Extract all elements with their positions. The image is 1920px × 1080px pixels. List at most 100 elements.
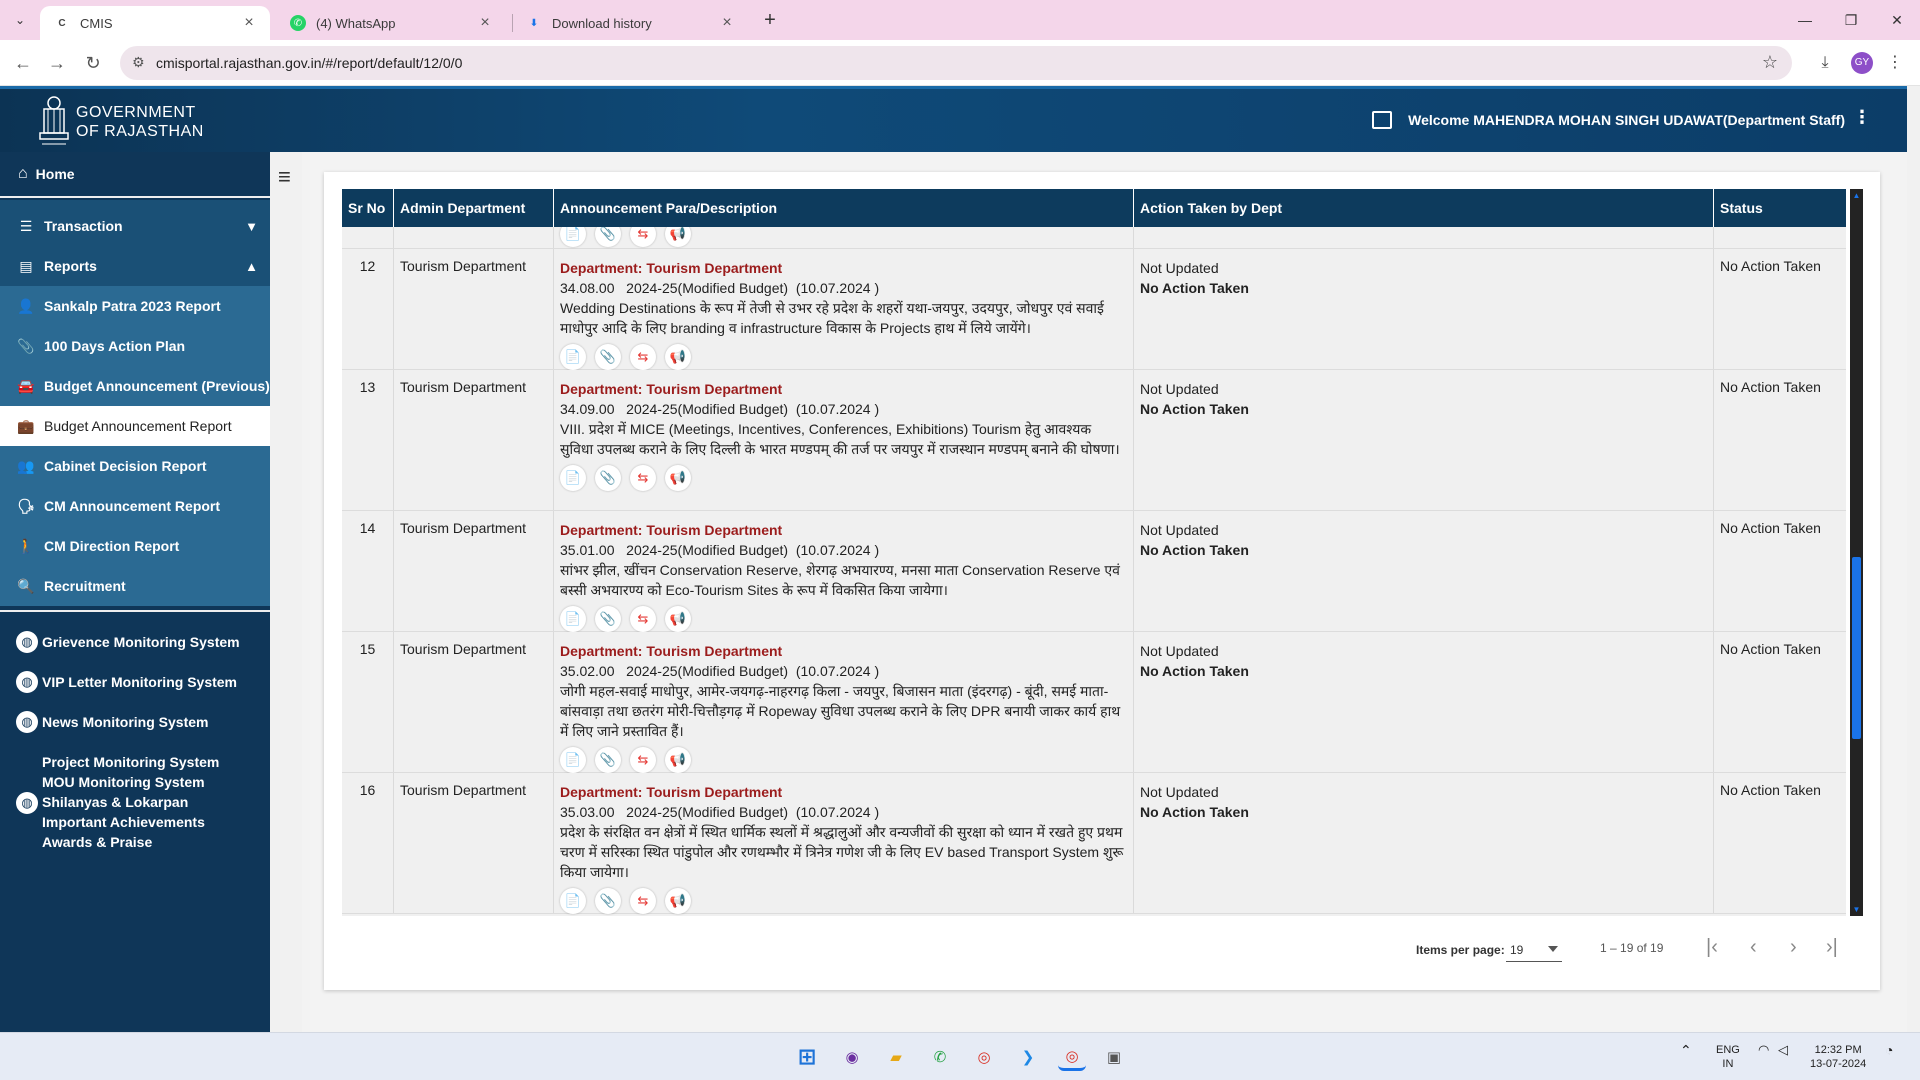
sidebar-item-recruitment[interactable]: 🔍 Recruitment [0, 566, 270, 606]
fullscreen-icon[interactable] [1372, 111, 1393, 129]
document-icon[interactable]: 📄 [560, 227, 586, 247]
sidebar-item-cm-direction[interactable]: 🚶 CM Direction Report [0, 526, 270, 566]
items-per-page-select[interactable]: 19 [1506, 940, 1562, 962]
browser-menu-icon[interactable]: ⋮ [1882, 50, 1908, 76]
vscode-icon[interactable]: ❯ [1014, 1043, 1042, 1071]
document-icon[interactable]: 📄 [560, 606, 586, 632]
sidebar-item-reports[interactable]: ▤ Reports ▲ [0, 246, 270, 286]
document-icon[interactable]: 📄 [560, 747, 586, 773]
attachment-icon[interactable]: 📎 [595, 227, 621, 247]
wifi-icon[interactable]: ◠ [1758, 1043, 1769, 1057]
sidebar-link-mou-monitoring[interactable]: MOU Monitoring System [42, 774, 205, 790]
transfer-icon[interactable]: ⇆ [630, 888, 656, 914]
announcement-icon[interactable]: 📢 [665, 465, 691, 491]
windows-start-icon[interactable]: ⊞ [793, 1043, 821, 1071]
site-info-icon[interactable]: ⚙ [132, 54, 145, 71]
menu-toggle-icon[interactable]: ≡ [278, 164, 291, 190]
new-tab-button[interactable]: + [758, 8, 782, 32]
announcement-icon[interactable]: 📢 [665, 227, 691, 247]
tab-cmis[interactable]: C CMIS × [40, 6, 270, 40]
downloads-icon[interactable]: ⤓ [1812, 50, 1838, 76]
sidebar: ⌂ Home ☰ Transaction ▼ ▤ Reports ▲ 👤 San… [0, 152, 270, 1032]
file-explorer-icon[interactable]: ▰ [882, 1043, 910, 1071]
language-indicator[interactable]: ENG IN [1716, 1043, 1740, 1071]
sidebar-item-100-days[interactable]: 📎 100 Days Action Plan [0, 326, 270, 366]
announcement-icon[interactable]: 📢 [665, 747, 691, 773]
scroll-up-icon[interactable]: ▲ [1850, 191, 1863, 200]
first-page-button[interactable]: |‹ [1706, 936, 1718, 959]
scrollbar-thumb[interactable] [1852, 557, 1861, 739]
sidebar-item-grievance[interactable]: ◍ Grievence Monitoring System [0, 622, 270, 662]
announcement-icon[interactable]: 📢 [665, 888, 691, 914]
site-title[interactable]: GOVERNMENT OF RAJASTHAN [76, 103, 204, 141]
close-icon[interactable]: × [718, 14, 736, 32]
document-icon[interactable]: 📄 [560, 465, 586, 491]
close-window-button[interactable]: ✕ [1874, 6, 1920, 34]
chrome-icon[interactable]: ◎ [970, 1043, 998, 1071]
sidebar-item-transaction[interactable]: ☰ Transaction ▼ [0, 206, 270, 246]
tab-download-history[interactable]: ⬇ Download history × [512, 6, 748, 40]
transfer-icon[interactable]: ⇆ [630, 227, 656, 247]
copilot-icon[interactable]: ◉ [838, 1043, 866, 1071]
announcement-description: सांभर झील, खींचन Conservation Reserve, श… [560, 562, 1120, 598]
restore-button[interactable]: ❐ [1828, 6, 1874, 34]
attachment-icon[interactable]: 📎 [595, 465, 621, 491]
profile-avatar[interactable]: GY [1851, 52, 1873, 74]
close-icon[interactable]: × [476, 14, 494, 32]
column-header-action-taken: Action Taken by Dept [1134, 189, 1714, 227]
close-icon[interactable]: × [240, 14, 258, 32]
sidebar-item-vip-letter[interactable]: ◍ VIP Letter Monitoring System [0, 662, 270, 702]
table-body[interactable]: 📄 📎 ⇆ 📢 12 Tourism Department Department… [342, 227, 1846, 916]
sidebar-item-budget-previous[interactable]: 🚘 Budget Announcement (Previous) [0, 366, 270, 406]
sidebar-item-news[interactable]: ◍ News Monitoring System [0, 702, 270, 742]
sidebar-item-cm-announcement[interactable]: 🗣 CM Announcement Report [0, 486, 270, 526]
transfer-icon[interactable]: ⇆ [630, 606, 656, 632]
chrome-profile-icon[interactable]: ◎ [1058, 1043, 1086, 1071]
globe-icon: ◍ [16, 671, 38, 693]
bookmark-star-icon[interactable]: ☆ [1762, 52, 1778, 73]
header-menu-icon[interactable]: ⋮ [1853, 107, 1871, 128]
whatsapp-icon[interactable]: ✆ [926, 1043, 954, 1071]
sidebar-link-achievements[interactable]: Important Achievements [42, 814, 205, 830]
back-button[interactable]: ← [10, 50, 36, 76]
forward-button[interactable]: → [44, 50, 70, 76]
action-detail: No Action Taken [1140, 280, 1249, 296]
sidebar-item-sankalp-patra[interactable]: 👤 Sankalp Patra 2023 Report [0, 286, 270, 326]
announcement-description: जोगी महल-सवाई माधोपुर, आमेर-जयगढ़-नाहरगढ… [560, 683, 1121, 739]
scroll-down-icon[interactable]: ▼ [1850, 905, 1863, 914]
document-icon[interactable]: 📄 [560, 344, 586, 370]
announcement-icon[interactable]: 📢 [665, 344, 691, 370]
reload-button[interactable]: ↻ [80, 50, 106, 76]
tab-search-button[interactable]: ⌄ [8, 8, 32, 32]
minimize-button[interactable]: — [1782, 6, 1828, 34]
sidebar-item-budget-report[interactable]: 💼 Budget Announcement Report [0, 406, 270, 446]
tab-whatsapp[interactable]: ✆ (4) WhatsApp × [276, 6, 506, 40]
clock-date: 13-07-2024 [1810, 1058, 1867, 1070]
table-scrollbar[interactable]: ▲ ▼ [1850, 189, 1863, 916]
sidebar-link-shilanyas[interactable]: Shilanyas & Lokarpan [42, 794, 188, 810]
notification-bell-icon[interactable]: ◔ [1885, 1043, 1893, 1057]
attachment-icon[interactable]: 📎 [595, 747, 621, 773]
transfer-icon[interactable]: ⇆ [630, 747, 656, 773]
globe-icon: ◍ [16, 792, 38, 814]
address-bar[interactable]: ⚙ cmisportal.rajasthan.gov.in/#/report/d… [120, 46, 1792, 80]
volume-icon[interactable]: ◁ [1778, 1043, 1788, 1057]
sidebar-link-awards[interactable]: Awards & Praise [42, 834, 152, 850]
attachment-icon[interactable]: 📎 [595, 888, 621, 914]
document-icon[interactable]: 📄 [560, 888, 586, 914]
last-page-button[interactable]: ›| [1826, 936, 1838, 959]
page-scrollbar[interactable] [1907, 86, 1920, 1031]
previous-page-button[interactable]: ‹ [1750, 936, 1757, 959]
sidebar-item-home[interactable]: ⌂ Home [0, 152, 270, 198]
sidebar-link-project-monitoring[interactable]: Project Monitoring System [42, 754, 219, 770]
tray-overflow-icon[interactable]: ⌃ [1680, 1043, 1692, 1057]
transfer-icon[interactable]: ⇆ [630, 344, 656, 370]
announcement-icon[interactable]: 📢 [665, 606, 691, 632]
notes-app-icon[interactable]: ▣ [1100, 1043, 1128, 1071]
next-page-button[interactable]: › [1790, 936, 1797, 959]
attachment-icon[interactable]: 📎 [595, 606, 621, 632]
sidebar-item-cabinet-decision[interactable]: 👥 Cabinet Decision Report [0, 446, 270, 486]
attachment-icon[interactable]: 📎 [595, 344, 621, 370]
clock[interactable]: 12:32 PM 13-07-2024 [1810, 1043, 1866, 1071]
transfer-icon[interactable]: ⇆ [630, 465, 656, 491]
